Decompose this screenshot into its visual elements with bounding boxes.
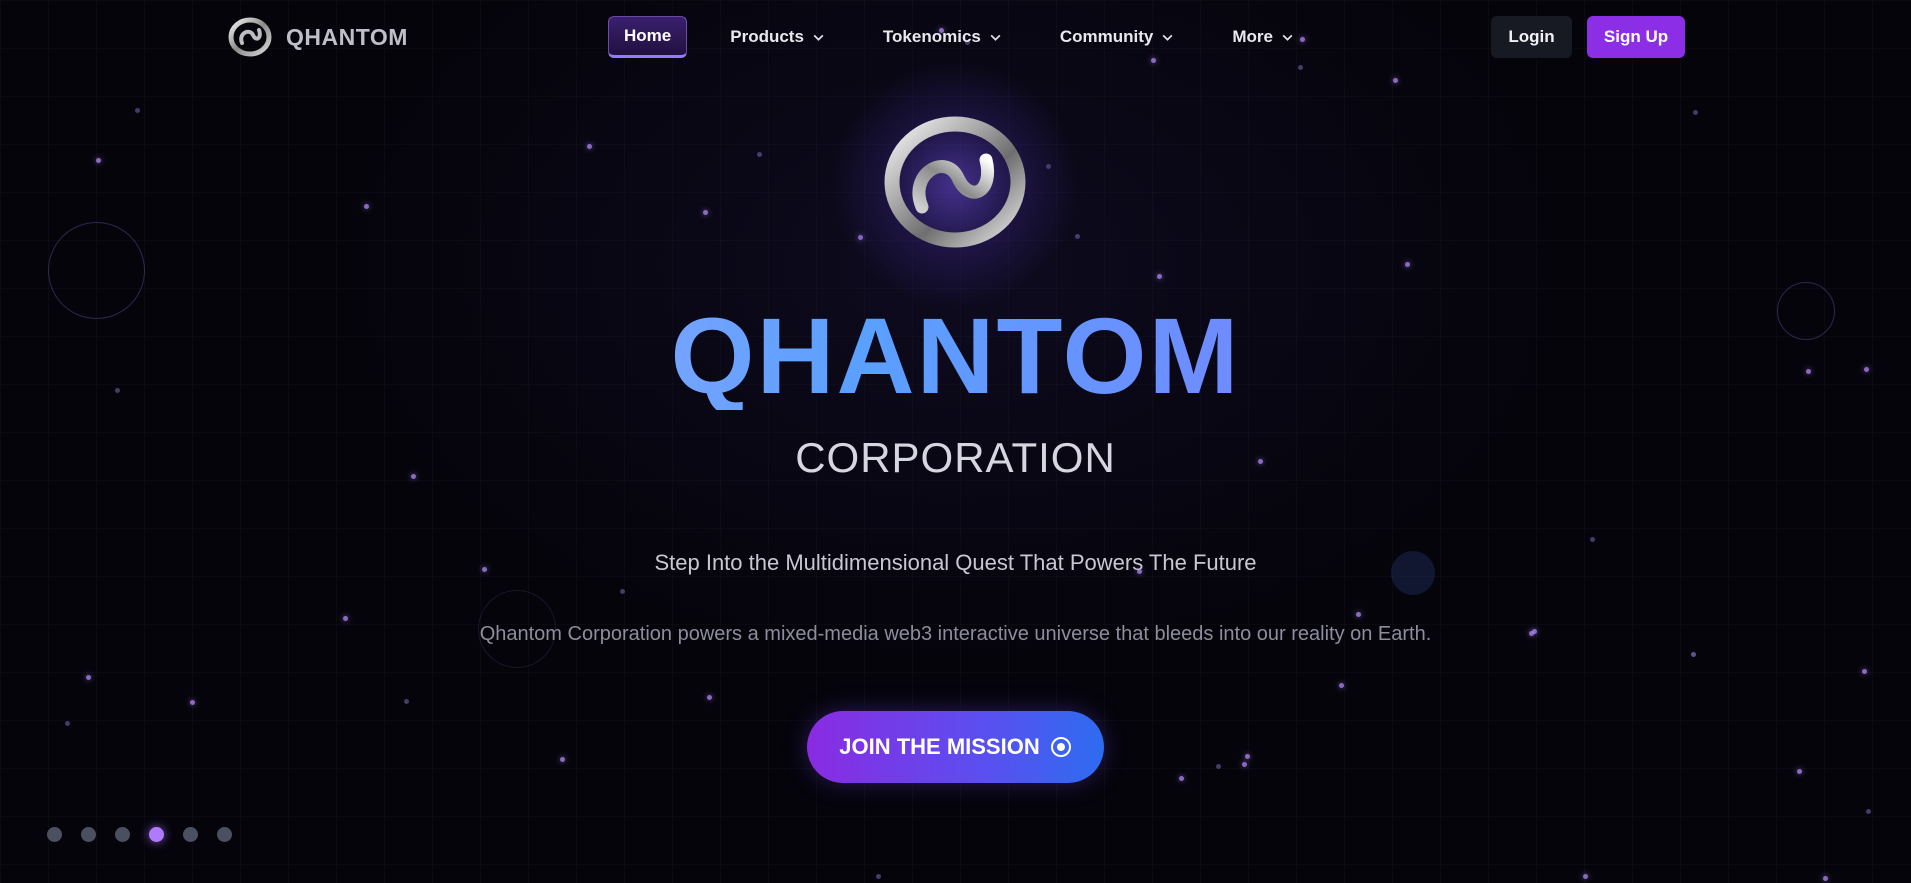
star-dot [1157,274,1162,279]
star-dot [757,152,762,157]
nav-item-label: More [1232,27,1273,46]
star-dot [1339,683,1344,688]
nav-item-community[interactable]: Community [1045,16,1190,58]
target-circle-icon [1050,737,1071,757]
hero-subtitle: CORPORATION [795,434,1116,481]
star-dot [1245,754,1250,759]
star-dot [190,700,195,705]
slider-dot[interactable] [81,827,96,842]
star-dot [65,721,70,726]
star-dot [1405,262,1410,267]
star-dot [1179,776,1184,781]
brand-name: QHANTOM [286,23,408,50]
signup-button[interactable]: Sign Up [1587,16,1685,58]
star-dot [1393,78,1398,83]
star-dot [876,874,881,879]
star-dot [1583,874,1588,879]
star-dot [96,158,101,163]
chevron-down-icon [813,34,824,41]
nav-item-tokenomics[interactable]: Tokenomics [868,16,1017,58]
star-dot [1823,876,1828,881]
chevron-down-icon [1282,34,1293,41]
slider-dot[interactable] [47,827,62,842]
nav-item-more[interactable]: More [1217,16,1309,58]
star-dot [1356,612,1361,617]
nav-item-home[interactable]: Home [608,16,688,58]
star-dot [1590,537,1595,542]
nav-item-label: Community [1059,27,1154,46]
slider-dot[interactable] [149,827,164,842]
main-menu: Home Products Tokenomics Community More [608,16,1337,58]
star-dot [1242,762,1247,767]
hero-description: Qhantom Corporation powers a mixed-media… [479,623,1432,645]
star-dot [1216,764,1221,769]
nav-item-label: Tokenomics [882,27,981,46]
star-dot [1693,110,1698,115]
nav-item-label: Home [624,26,672,45]
star-dot [86,675,91,680]
infinity-ring-icon [228,17,272,57]
star-dot [404,699,409,704]
star-dot [620,589,625,594]
star-dot [1797,769,1802,774]
slider-dot[interactable] [115,827,130,842]
slider-dot[interactable] [217,827,232,842]
slider-pagination [47,827,232,842]
star-dot [135,108,140,113]
chevron-down-icon [990,34,1001,41]
star-dot [343,616,348,621]
hero-tagline: Step Into the Multidimensional Quest Tha… [654,550,1257,575]
star-dot [560,757,565,762]
nav-item-label: Products [730,27,804,46]
infinity-ring-icon [884,116,1026,248]
brand[interactable]: QHANTOM [228,16,408,58]
star-dot [707,695,712,700]
nav-item-products[interactable]: Products [715,16,840,58]
join-mission-button[interactable]: JOIN THE MISSION [807,711,1104,783]
chevron-down-icon [1162,34,1173,41]
star-dot [587,144,592,149]
landing-page: QHANTOM Home Products Tokenomics Communi… [0,0,1911,883]
star-dot [1862,669,1867,674]
star-dot [1866,809,1871,814]
star-dot [1075,234,1080,239]
star-dot [364,204,369,209]
star-dot [1691,652,1696,657]
star-dot [703,210,708,215]
login-button[interactable]: Login [1491,16,1572,58]
cta-label: JOIN THE MISSION [839,734,1040,759]
hero-title: QHANTOM [0,302,1911,410]
slider-dot[interactable] [183,827,198,842]
